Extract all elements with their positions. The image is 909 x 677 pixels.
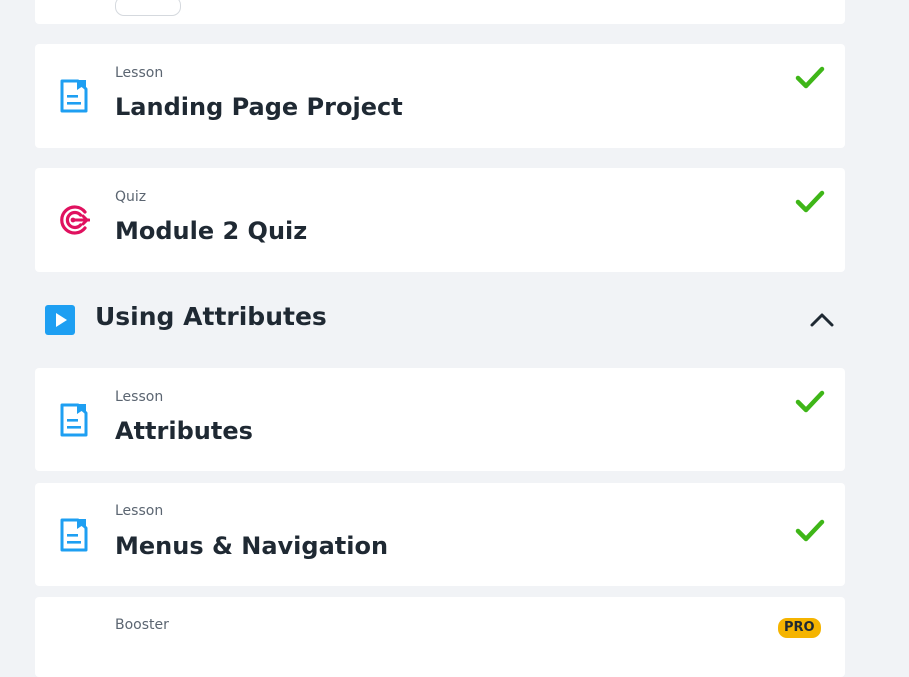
section-title: Using Attributes — [95, 302, 327, 331]
item-type-label: Booster — [115, 617, 169, 633]
item-type-label: Lesson — [115, 65, 164, 81]
lesson-document-icon — [60, 403, 88, 437]
previous-card[interactable] — [35, 0, 845, 24]
curriculum-item-booster[interactable]: Booster PRO — [35, 597, 845, 677]
chevron-up-icon[interactable] — [807, 308, 837, 332]
curriculum-item-module-2-quiz[interactable]: Quiz Module 2 Quiz — [35, 168, 845, 272]
play-triangle-icon — [56, 313, 67, 327]
section-header-using-attributes[interactable]: Using Attributes — [35, 290, 845, 350]
completed-check-icon — [795, 66, 825, 89]
quiz-target-icon — [60, 205, 90, 235]
lesson-document-icon — [60, 518, 88, 552]
curriculum-item-attributes[interactable]: Lesson Attributes — [35, 368, 845, 471]
item-title[interactable]: Attributes — [115, 417, 253, 445]
completed-check-icon — [795, 519, 825, 542]
curriculum-item-landing-page-project[interactable]: Lesson Landing Page Project — [35, 44, 845, 148]
item-title[interactable]: Menus & Navigation — [115, 532, 388, 560]
item-type-label: Lesson — [115, 503, 164, 519]
completed-check-icon — [795, 190, 825, 213]
status-pill — [115, 0, 181, 16]
completed-check-icon — [795, 390, 825, 413]
item-title[interactable]: Module 2 Quiz — [115, 217, 307, 245]
curriculum-item-menus-navigation[interactable]: Lesson Menus & Navigation — [35, 483, 845, 586]
pro-badge: PRO — [778, 618, 821, 638]
item-type-label: Quiz — [115, 189, 147, 205]
lesson-document-icon — [60, 79, 88, 113]
play-icon — [45, 305, 75, 335]
item-type-label: Lesson — [115, 389, 164, 405]
item-title[interactable]: Landing Page Project — [115, 93, 403, 121]
